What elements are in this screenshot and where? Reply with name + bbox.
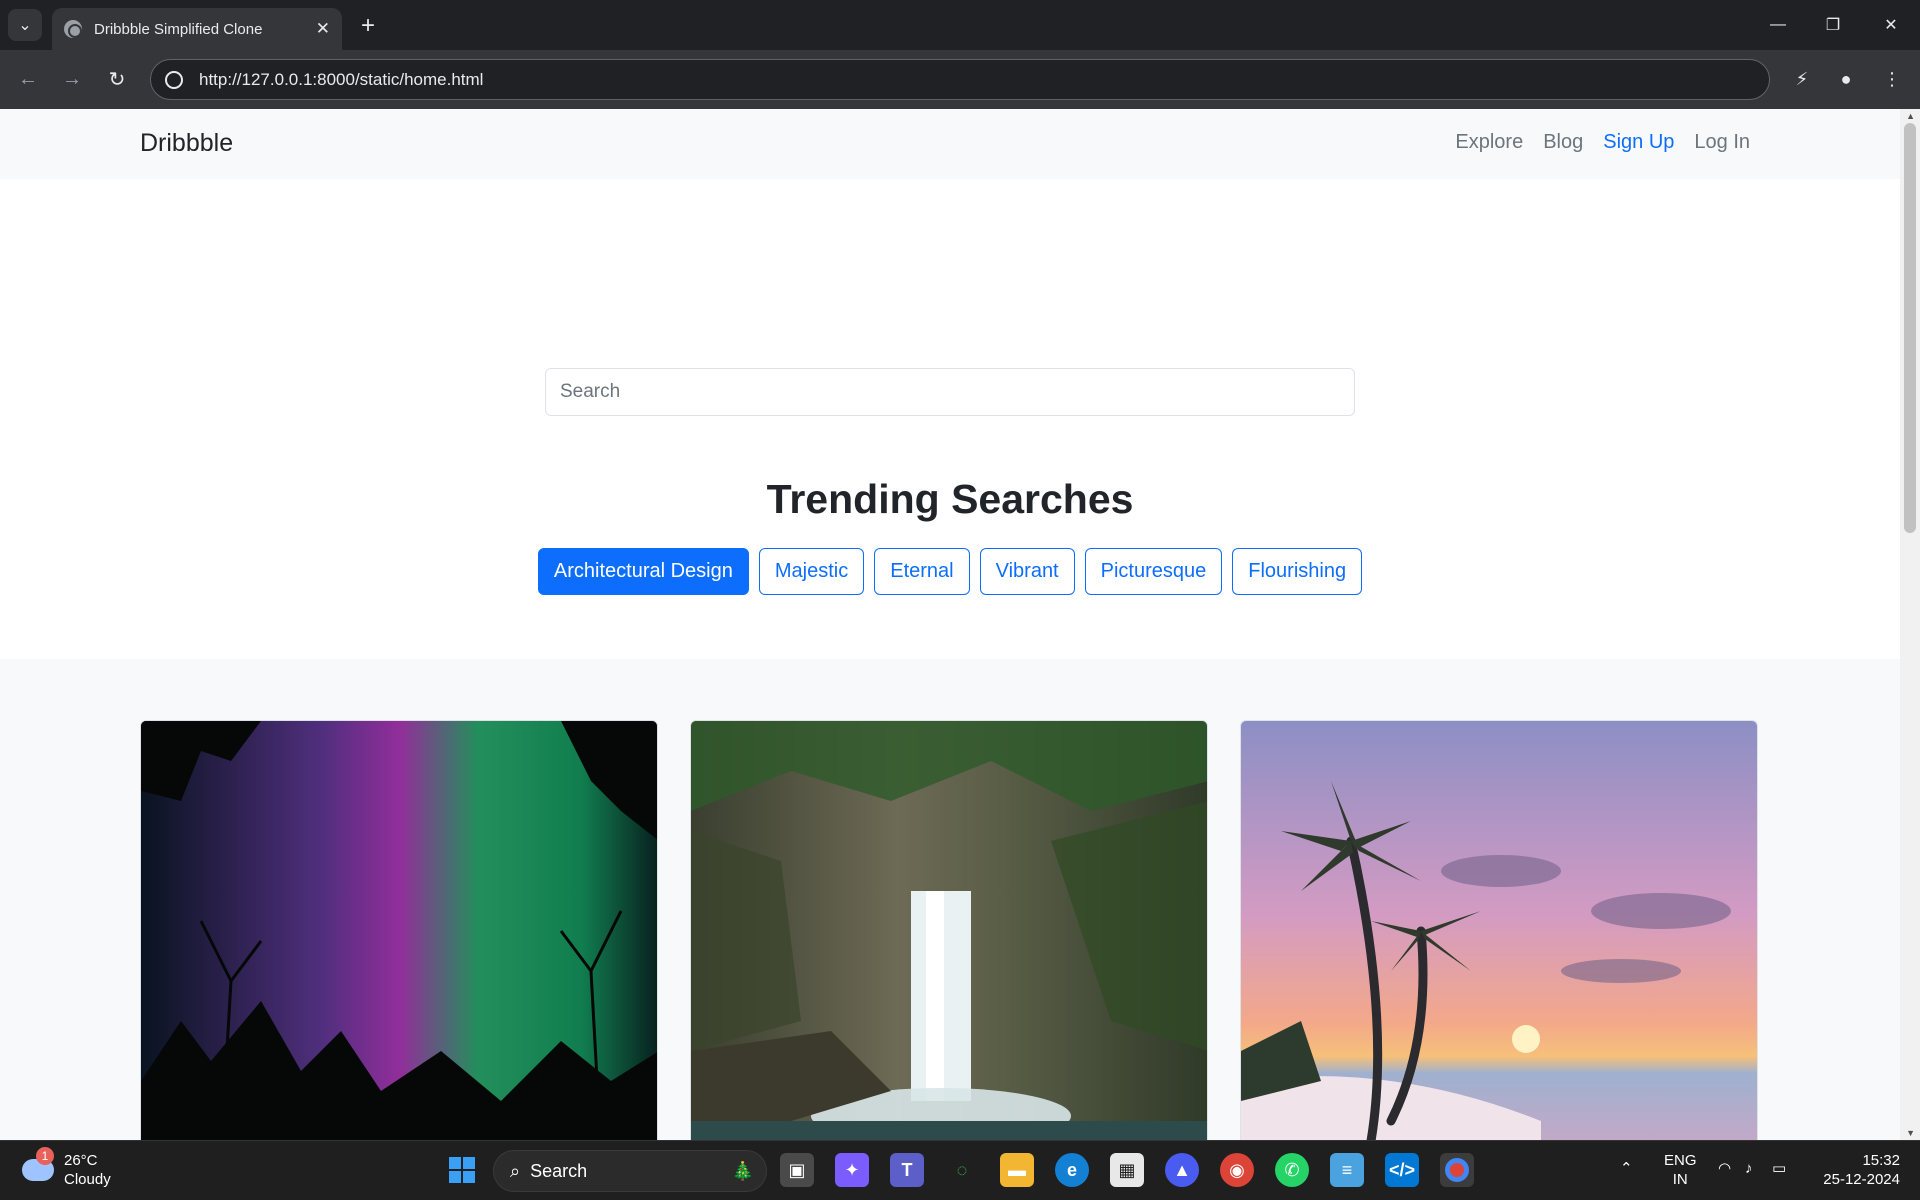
tag-picturesque[interactable]: Picturesque [1084,548,1223,595]
edge-icon[interactable]: e [1055,1153,1089,1187]
holiday-icon: 🎄 [731,1160,754,1181]
taskbar-search-label: Search [530,1160,588,1181]
trending-tags: Architectural Design Majestic Eternal Vi… [0,548,1900,595]
gallery-section [0,659,1900,1140]
tab-search-button[interactable]: ⌄ [8,9,42,41]
chrome-profile-icon[interactable]: ◉ [1220,1153,1254,1187]
task-view-icon[interactable]: ▣ [780,1153,814,1187]
tag-flourishing[interactable]: Flourishing [1232,548,1363,595]
trending-title: Trending Searches [766,476,1134,522]
search-icon: ⌕ [510,1160,521,1181]
language: ENG [1664,1152,1697,1169]
battery-icon[interactable]: ▭ [1772,1159,1786,1178]
weather-widget[interactable]: 1 26°C Cloudy [22,1147,111,1189]
restore-button[interactable]: ❐ [1812,8,1854,42]
notepad-icon[interactable]: ≡ [1330,1153,1364,1187]
close-window-button[interactable]: ✕ [1870,8,1912,42]
close-tab-icon[interactable]: ✕ [316,19,330,39]
tag-architectural-design[interactable]: Architectural Design [537,548,749,595]
tag-vibrant[interactable]: Vibrant [979,548,1075,595]
url-text: http://127.0.0.1:8000/static/home.html [199,69,484,89]
tab-title: Dribbble Simplified Clone [94,20,263,38]
scroll-thumb[interactable] [1904,123,1916,533]
weather-badge: 1 [36,1147,54,1165]
back-button[interactable]: ← [12,63,44,95]
hero-section: Trending Searches Architectural Design M… [0,179,1900,659]
wifi-icon[interactable]: ◠ [1718,1159,1731,1178]
address-bar-row: ← → ↻ http://127.0.0.1:8000/static/home.… [0,50,1920,109]
browser-tabstrip: ⌄ Dribbble Simplified Clone ✕ + — ❐ ✕ [0,0,1920,50]
search-input[interactable] [545,368,1355,416]
brand-logo[interactable]: Dribbble [140,129,233,158]
page-scrollbar[interactable]: ▲ ▼ [1900,109,1920,1140]
whatsapp-icon[interactable]: ✆ [1275,1153,1309,1187]
vscode-icon[interactable]: </> [1385,1153,1419,1187]
store-icon[interactable]: ▦ [1110,1153,1144,1187]
nav-blog[interactable]: Blog [1543,131,1583,154]
temperature: 26°C [64,1152,98,1169]
minimize-button[interactable]: — [1757,8,1799,42]
show-hidden-icons[interactable]: ⌃ [1620,1159,1633,1178]
volume-icon[interactable]: ♪ [1745,1159,1753,1178]
site-navbar: Dribbble Explore Blog Sign Up Log In [0,109,1900,179]
weather-condition: Cloudy [64,1171,111,1188]
date: 25-12-2024 [1823,1171,1900,1188]
teams-icon[interactable]: T [890,1153,924,1187]
clock[interactable]: 15:32 25-12-2024 [1812,1151,1900,1189]
scroll-down-icon[interactable]: ▼ [1906,1128,1915,1138]
browser-tab[interactable]: Dribbble Simplified Clone ✕ [52,8,342,50]
nav-links: Explore Blog Sign Up Log In [1455,131,1750,154]
sync-app-icon[interactable]: ◌ [945,1153,979,1187]
nav-sign-up[interactable]: Sign Up [1603,131,1674,154]
reload-button[interactable]: ↻ [101,63,133,95]
file-explorer-icon[interactable]: ▬ [1000,1153,1034,1187]
tag-eternal[interactable]: Eternal [874,548,970,595]
scroll-up-icon[interactable]: ▲ [1906,111,1915,121]
taskbar-search[interactable]: ⌕ Search 🎄 [493,1150,767,1192]
aurora-image[interactable] [140,720,658,1140]
nav-explore[interactable]: Explore [1455,131,1523,154]
waterfall-image[interactable] [690,720,1208,1140]
nav-log-in[interactable]: Log In [1694,131,1750,154]
new-tab-button[interactable]: + [352,10,384,42]
chrome-icon[interactable] [1440,1153,1474,1187]
language-indicator[interactable]: ENG IN [1664,1151,1697,1189]
tag-majestic[interactable]: Majestic [758,548,865,595]
profile-icon[interactable]: ● [1830,63,1862,95]
forward-button[interactable]: → [56,63,88,95]
menu-icon[interactable]: ⋮ [1876,63,1908,95]
taskbar: 1 26°C Cloudy ⌕ Search 🎄 ▣ ✦ T ◌ ▬ e ▦ ▲… [0,1140,1920,1200]
globe-icon [64,20,82,38]
address-bar[interactable]: http://127.0.0.1:8000/static/home.html [150,59,1770,100]
copilot-icon[interactable]: ✦ [835,1153,869,1187]
arc-app-icon[interactable]: ▲ [1165,1153,1199,1187]
page-viewport: Dribbble Explore Blog Sign Up Log In Tre… [0,109,1920,1140]
performance-icon[interactable]: ⚡ [1786,63,1818,95]
beach-sunset-image[interactable] [1240,720,1758,1140]
region: IN [1672,1171,1688,1188]
cloud-icon: 1 [22,1147,54,1181]
windows-start-icon[interactable] [445,1153,479,1187]
site-info-icon[interactable] [165,70,183,89]
time: 15:32 [1862,1152,1900,1169]
